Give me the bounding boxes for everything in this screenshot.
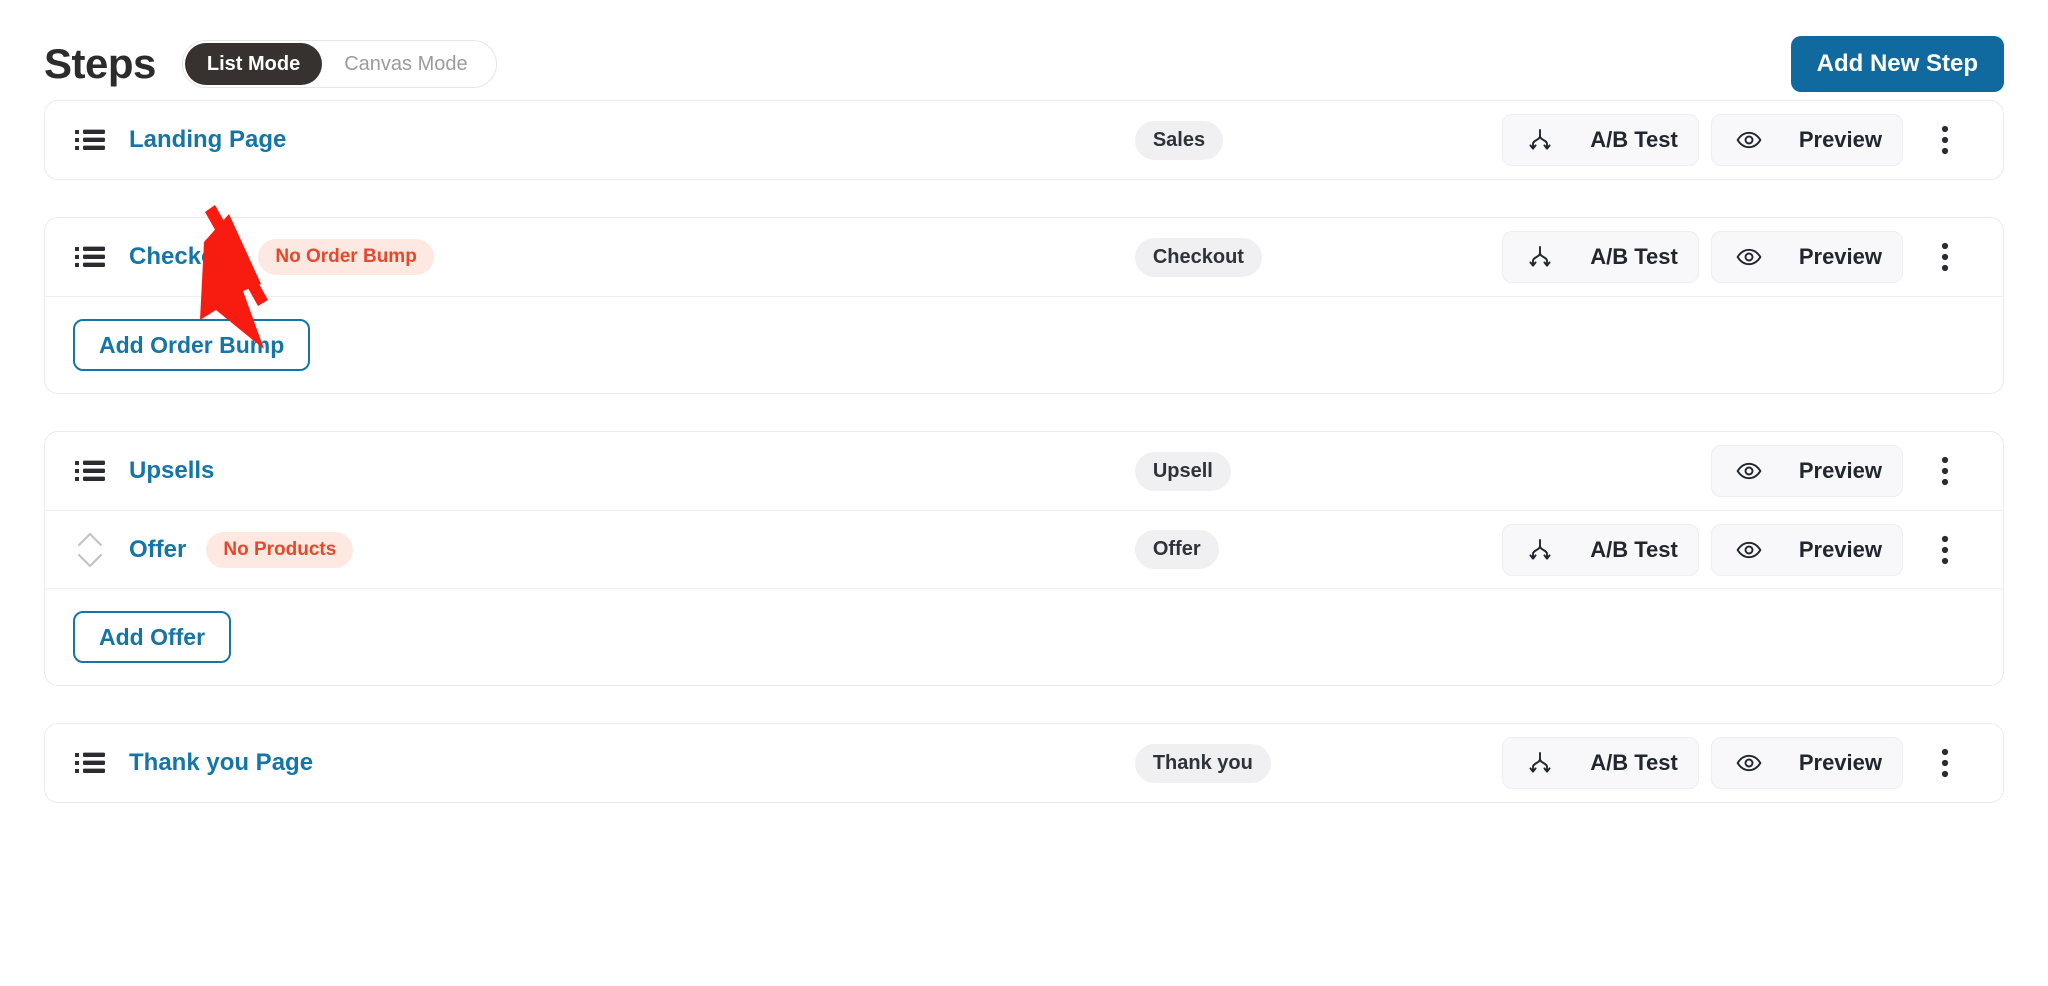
eye-icon	[1732, 240, 1766, 274]
step-row-actions: Upsell Preview	[1117, 445, 1971, 497]
step-row: Offer No Products Offer A/B Test Preview	[45, 510, 2003, 588]
step-row-actions: Sales A/B Test Preview	[1117, 114, 1971, 166]
split-arrow-icon	[1523, 123, 1557, 157]
step-name-link[interactable]: Offer	[129, 536, 186, 564]
ab-test-slot: A/B Test	[1502, 737, 1699, 789]
step-row-left: Landing Page	[73, 123, 286, 157]
ab-test-button[interactable]: A/B Test	[1502, 231, 1699, 283]
ab-test-slot: A/B Test	[1502, 114, 1699, 166]
step-row: Checkout No Order Bump Checkout A/B Test Pre…	[45, 218, 2003, 296]
step-row-left: Checkout No Order Bump	[73, 239, 434, 275]
eye-icon	[1732, 123, 1766, 157]
bulleted-list-icon	[73, 454, 107, 488]
split-arrow-icon	[1523, 746, 1557, 780]
row-menu-button[interactable]	[1919, 445, 1971, 497]
preview-label: Preview	[1798, 536, 1882, 562]
eye-icon	[1732, 746, 1766, 780]
step-card: Thank you Page Thank you A/B Test Preview	[44, 723, 2004, 803]
add-child-button[interactable]: Add Offer	[73, 611, 232, 663]
steps-list: Landing Page Sales A/B Test Preview Checkout…	[0, 100, 2048, 803]
ab-test-label: A/B Test	[1590, 750, 1678, 775]
step-card: Checkout No Order Bump Checkout A/B Test Pre…	[44, 217, 2004, 394]
preview-button[interactable]: Preview	[1710, 523, 1903, 576]
ab-test-button[interactable]: A/B Test	[1502, 523, 1699, 576]
step-row-actions: Checkout A/B Test Preview	[1117, 231, 1971, 283]
type-badge-slot: Offer	[1117, 530, 1517, 569]
step-card: Landing Page Sales A/B Test Preview	[44, 100, 2004, 180]
step-type-badge: Sales	[1134, 120, 1224, 160]
preview-button[interactable]: Preview	[1710, 114, 1903, 166]
step-row: Landing Page Sales A/B Test Preview	[45, 101, 2003, 179]
split-arrow-icon	[1523, 533, 1557, 567]
bulleted-list-icon	[73, 123, 107, 157]
ab-test-label: A/B Test	[1590, 536, 1678, 562]
preview-button[interactable]: Preview	[1710, 231, 1903, 283]
page-header: Steps List Mode Canvas Mode Add New Step	[0, 0, 2048, 100]
ab-test-slot: A/B Test	[1502, 231, 1699, 283]
step-type-badge: Checkout	[1134, 237, 1262, 277]
row-menu-button[interactable]	[1919, 231, 1971, 283]
step-card: Upsells Upsell Preview Offer No Products Offe…	[44, 431, 2004, 686]
type-badge-slot: Checkout	[1117, 237, 1517, 277]
tab-list-mode[interactable]: List Mode	[184, 43, 323, 85]
step-row: Thank you Page Thank you A/B Test Preview	[45, 724, 2003, 802]
type-badge-slot: Thank you	[1117, 743, 1517, 783]
ab-test-button[interactable]: A/B Test	[1502, 737, 1699, 789]
view-mode-toggle[interactable]: List Mode Canvas Mode	[181, 40, 497, 88]
eye-icon	[1732, 454, 1766, 488]
row-menu-button[interactable]	[1919, 114, 1971, 166]
step-row: Upsells Upsell Preview	[45, 432, 2003, 510]
row-menu-button[interactable]	[1919, 524, 1971, 576]
step-name-link[interactable]: Thank you Page	[129, 749, 313, 777]
warning-badge: No Products	[206, 531, 354, 568]
eye-icon	[1732, 533, 1766, 567]
step-name-link[interactable]: Landing Page	[129, 126, 286, 154]
warning-badge: No Order Bump	[258, 239, 434, 275]
preview-label: Preview	[1798, 750, 1882, 775]
step-row-actions: Thank you A/B Test Preview	[1117, 737, 1971, 789]
preview-label: Preview	[1798, 127, 1882, 152]
ab-test-button[interactable]: A/B Test	[1502, 114, 1699, 166]
card-footer: Add Offer	[45, 588, 2003, 685]
ab-test-label: A/B Test	[1590, 244, 1678, 269]
up-down-chevron-icon[interactable]	[73, 532, 107, 567]
step-row-actions: Offer A/B Test Preview	[1117, 523, 1971, 576]
ab-test-slot: A/B Test	[1502, 523, 1699, 576]
type-badge-slot: Upsell	[1117, 451, 1517, 491]
ab-test-label: A/B Test	[1590, 127, 1678, 152]
row-menu-button[interactable]	[1919, 737, 1971, 789]
step-row-left: Offer No Products	[73, 531, 354, 568]
add-child-button[interactable]: Add Order Bump	[73, 319, 311, 371]
step-name-link[interactable]: Upsells	[129, 457, 214, 485]
preview-button[interactable]: Preview	[1710, 737, 1903, 789]
split-arrow-icon	[1523, 240, 1557, 274]
step-type-badge: Offer	[1134, 530, 1219, 569]
step-name-link[interactable]: Checkout	[129, 243, 238, 271]
step-type-badge: Thank you	[1134, 743, 1271, 783]
preview-label: Preview	[1798, 244, 1882, 269]
type-badge-slot: Sales	[1117, 120, 1517, 160]
step-type-badge: Upsell	[1134, 451, 1231, 491]
tab-canvas-mode[interactable]: Canvas Mode	[322, 43, 493, 85]
page-title: Steps	[44, 40, 156, 87]
card-footer: Add Order Bump	[45, 296, 2003, 393]
step-row-left: Thank you Page	[73, 746, 313, 780]
step-row-left: Upsells	[73, 454, 214, 488]
add-new-step-button[interactable]: Add New Step	[1790, 36, 2004, 92]
bulleted-list-icon	[73, 240, 107, 274]
preview-button[interactable]: Preview	[1710, 445, 1903, 497]
bulleted-list-icon	[73, 746, 107, 780]
preview-label: Preview	[1798, 458, 1882, 483]
